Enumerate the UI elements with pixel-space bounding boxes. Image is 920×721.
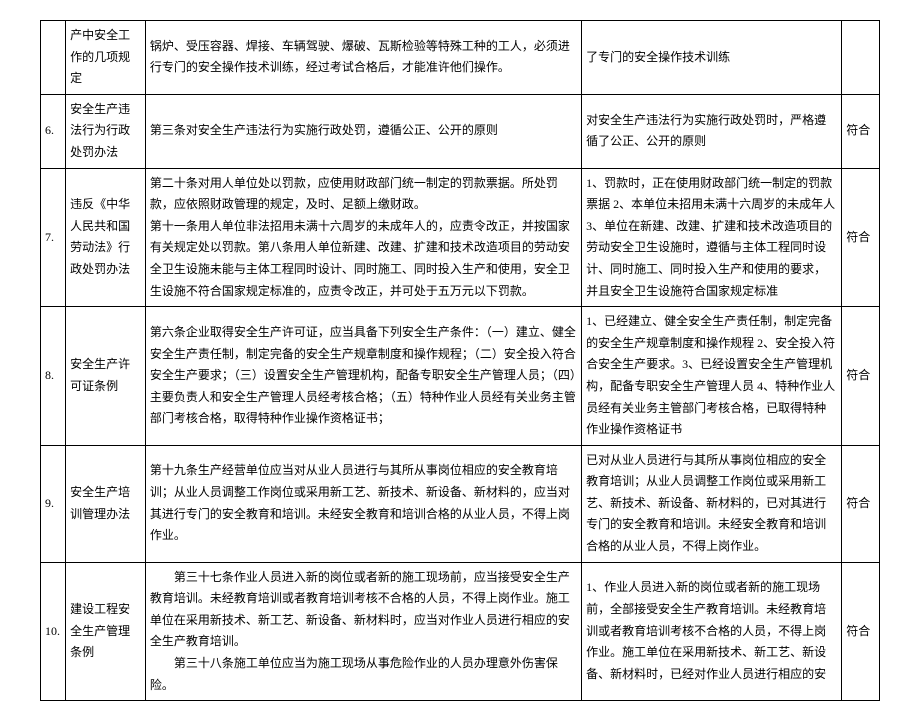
row-main: 第三条对安全生产违法行为实施行政处罚，遵循公正、公开的原则	[145, 94, 581, 168]
row-main: 锅炉、受压容器、焊接、车辆驾驶、爆破、瓦斯检验等特殊工种的工人，必须进行专门的安…	[145, 21, 581, 95]
table-row: 产中安全工作的几项规定 锅炉、受压容器、焊接、车辆驾驶、爆破、瓦斯检验等特殊工种…	[41, 21, 880, 95]
row-main: 第十九条生产经营单位应当对从业人员进行与其所从事岗位相应的安全教育培训；从业人员…	[145, 445, 581, 562]
row-result	[842, 21, 880, 95]
row-num: 8.	[41, 307, 66, 446]
row-eval: 1、已经建立、健全安全生产责任制，制定完备的安全生产规章制度和操作规程 2、安全…	[582, 307, 842, 446]
row-name: 安全生产许可证条例	[66, 307, 146, 446]
row-eval: 对安全生产违法行为实施行政处罚时，严格遵循了公正、公开的原则	[582, 94, 842, 168]
row-main: 第六条企业取得安全生产许可证，应当具备下列安全生产条件：（一）建立、健全安全生产…	[145, 307, 581, 446]
row-num: 7.	[41, 168, 66, 307]
row-name: 违反《中华人民共和国劳动法》行政处罚办法	[66, 168, 146, 307]
row-eval: 1、作业人员进入新的岗位或者新的施工现场前，全部接受安全生产教育培训。未经教育培…	[582, 562, 842, 701]
row-num: 10.	[41, 562, 66, 701]
row-main: 第三十七条作业人员进入新的岗位或者新的施工现场前，应当接受安全生产教育培训。未经…	[145, 562, 581, 701]
table-row: 9. 安全生产培训管理办法 第十九条生产经营单位应当对从业人员进行与其所从事岗位…	[41, 445, 880, 562]
row-result: 符合	[842, 168, 880, 307]
row-eval: 1、罚款时，正在使用财政部门统一制定的罚款票据 2、本单位未招用未满十六周岁的未…	[582, 168, 842, 307]
row-num: 9.	[41, 445, 66, 562]
row-main: 第二十条对用人单位处以罚款，应使用财政部门统一制定的罚款票据。所处罚款，应依照财…	[145, 168, 581, 307]
main-line: 第三十八条施工单位应当为施工现场从事危险作业的人员办理意外伤害保险。	[150, 656, 558, 692]
table-row: 6. 安全生产违法行为行政处罚办法 第三条对安全生产违法行为实施行政处罚，遵循公…	[41, 94, 880, 168]
table-row: 8. 安全生产许可证条例 第六条企业取得安全生产许可证，应当具备下列安全生产条件…	[41, 307, 880, 446]
row-name: 建设工程安全生产管理条例	[66, 562, 146, 701]
row-name: 产中安全工作的几项规定	[66, 21, 146, 95]
row-name: 安全生产培训管理办法	[66, 445, 146, 562]
regulations-table: 产中安全工作的几项规定 锅炉、受压容器、焊接、车辆驾驶、爆破、瓦斯检验等特殊工种…	[40, 20, 880, 701]
row-result: 符合	[842, 307, 880, 446]
table-row: 10. 建设工程安全生产管理条例 第三十七条作业人员进入新的岗位或者新的施工现场…	[41, 562, 880, 701]
row-name: 安全生产违法行为行政处罚办法	[66, 94, 146, 168]
row-result: 符合	[842, 562, 880, 701]
table-row: 7. 违反《中华人民共和国劳动法》行政处罚办法 第二十条对用人单位处以罚款，应使…	[41, 168, 880, 307]
row-result: 符合	[842, 445, 880, 562]
main-line: 第三十七条作业人员进入新的岗位或者新的施工现场前，应当接受安全生产教育培训。未经…	[150, 570, 570, 649]
row-result: 符合	[842, 94, 880, 168]
row-num	[41, 21, 66, 95]
row-num: 6.	[41, 94, 66, 168]
row-eval: 已对从业人员进行与其所从事岗位相应的安全教育培训；从业人员调整工作岗位或采用新工…	[582, 445, 842, 562]
row-eval: 了专门的安全操作技术训练	[582, 21, 842, 95]
